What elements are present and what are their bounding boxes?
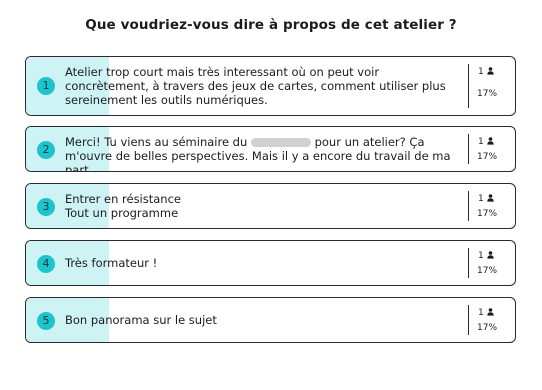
response-count-value: 1 bbox=[478, 137, 484, 147]
response-count: 1 bbox=[478, 194, 494, 204]
question-title: Que voudriez-vous dire à propos de cet a… bbox=[85, 17, 457, 33]
response-count: 1 bbox=[478, 251, 494, 261]
response-text: Bon panorama sur le sujet bbox=[65, 313, 463, 327]
response-text-line: Bon panorama sur le sujet bbox=[65, 313, 217, 327]
response-text-line: Atelier trop court mais très interessant… bbox=[65, 65, 446, 107]
response-divider bbox=[468, 64, 469, 108]
redacted-text-blur bbox=[250, 138, 311, 147]
response-percent: 17% bbox=[477, 152, 498, 162]
response-count: 1 bbox=[478, 137, 494, 147]
response-number-badge: 5 bbox=[37, 312, 55, 330]
response-text: Entrer en résistance Tout un programme bbox=[65, 192, 463, 220]
person-icon bbox=[487, 308, 494, 316]
response-card-3: 3 Entrer en résistance Tout un programme… bbox=[25, 183, 516, 229]
response-card-1: 1 Atelier trop court mais très interessa… bbox=[25, 56, 516, 116]
response-divider bbox=[468, 248, 469, 278]
response-divider bbox=[468, 191, 469, 221]
response-number-badge: 3 bbox=[37, 198, 55, 216]
person-icon bbox=[487, 194, 494, 202]
response-number-badge: 1 bbox=[37, 77, 55, 95]
response-count-value: 1 bbox=[478, 251, 484, 261]
response-text-line: Tout un programme bbox=[65, 206, 179, 220]
person-icon bbox=[487, 251, 494, 259]
response-percent: 17% bbox=[477, 323, 498, 333]
response-text: Très formateur ! bbox=[65, 256, 463, 270]
response-count-value: 1 bbox=[478, 67, 484, 77]
response-count-value: 1 bbox=[478, 308, 484, 318]
response-percent: 17% bbox=[477, 266, 498, 276]
person-icon bbox=[487, 137, 494, 145]
response-text-line: Très formateur ! bbox=[65, 256, 158, 270]
response-count: 1 bbox=[478, 67, 494, 77]
response-card-5: 5 Bon panorama sur le sujet 1 17% bbox=[25, 297, 516, 343]
response-percent: 17% bbox=[477, 209, 498, 219]
response-count: 1 bbox=[478, 308, 494, 318]
response-percent: 17% bbox=[477, 89, 498, 99]
response-count-value: 1 bbox=[478, 194, 484, 204]
response-text: Atelier trop court mais très interessant… bbox=[65, 65, 463, 107]
response-text-before-redaction: Merci! Tu viens au séminaire du bbox=[65, 135, 251, 149]
response-text: Merci! Tu viens au séminaire du pour un … bbox=[65, 135, 463, 171]
response-card-4: 4 Très formateur ! 1 17% bbox=[25, 240, 516, 286]
response-number-badge: 2 bbox=[37, 141, 55, 159]
response-card-2: 2 Merci! Tu viens au séminaire du pour u… bbox=[25, 126, 516, 172]
response-text-line: Merci! Tu viens au séminaire du pour un … bbox=[65, 135, 463, 171]
person-icon bbox=[487, 67, 494, 75]
response-number-badge: 4 bbox=[37, 255, 55, 273]
response-text-line: Entrer en résistance bbox=[65, 192, 181, 206]
response-divider bbox=[468, 134, 469, 164]
response-divider bbox=[468, 305, 469, 335]
